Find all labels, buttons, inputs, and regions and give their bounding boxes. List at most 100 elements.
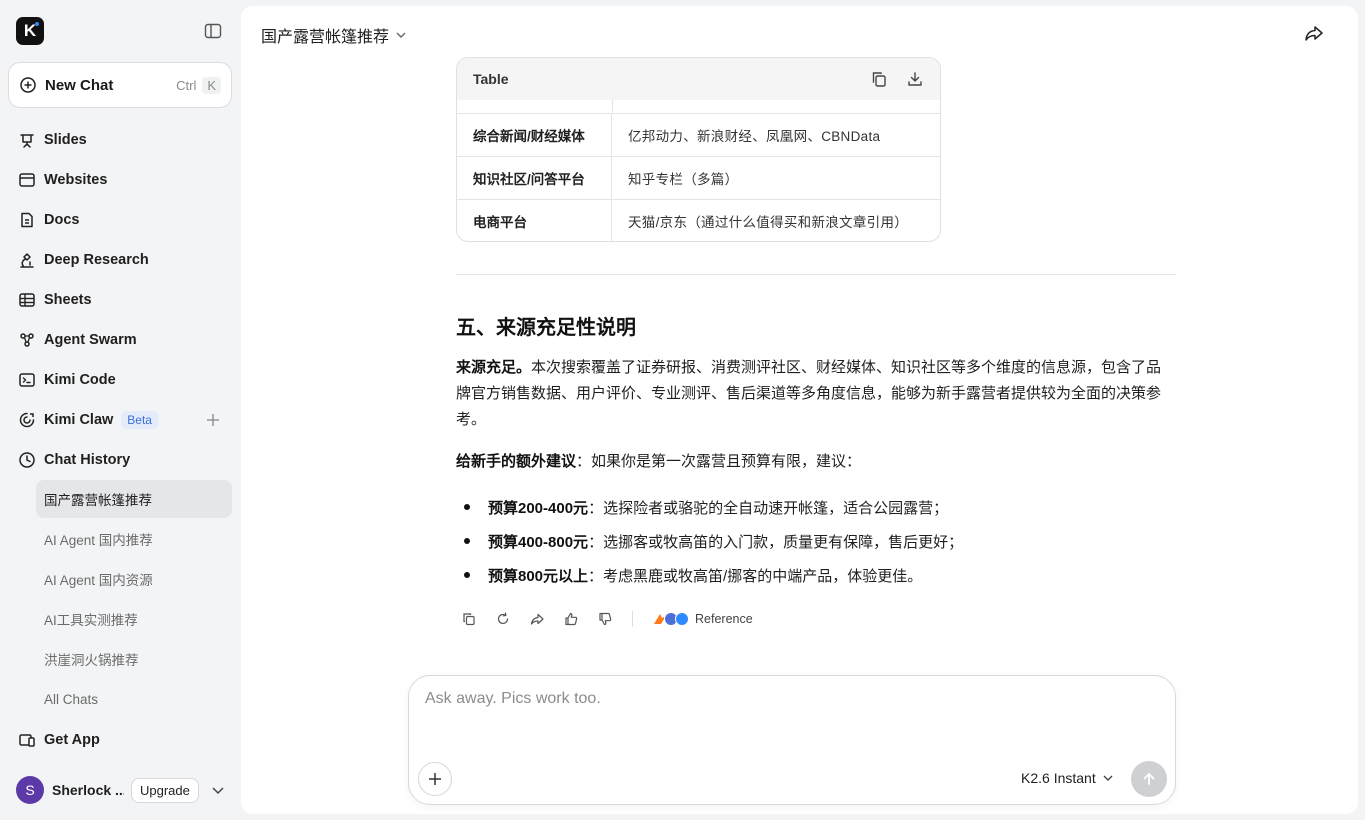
list-item-bold: 预算800元以上 (488, 567, 589, 585)
list-item-bold: 预算400-800元 (488, 533, 589, 551)
sidebar-item-label: Docs (44, 212, 80, 228)
divider (456, 274, 1176, 275)
list-item-bold: 预算200-400元 (488, 499, 589, 517)
sidebar-toggle-icon[interactable] (204, 22, 222, 40)
history-item[interactable]: 洪崖洞火锅推荐 (36, 640, 232, 678)
table-title: Table (473, 71, 509, 87)
model-name: K2.6 Instant (1021, 770, 1096, 786)
list-item: 预算800元以上 ：考虑黑鹿或牧高笛/挪客的中端产品，体验更佳。 (456, 558, 1176, 592)
paragraph-text: 本次搜索覆盖了证券研报、消费测评社区、财经媒体、知识社区等多个维度的信息源，包含… (456, 359, 1162, 428)
arrow-up-icon (1141, 771, 1157, 787)
table-header: Table (457, 58, 940, 100)
sidebar: K New Chat Ctrl K Slides Websites Docs D… (0, 0, 240, 820)
slides-icon (18, 131, 36, 149)
user-profile: S Sherlock ... Upgrade (16, 776, 232, 804)
shortcut-ctrl: Ctrl (176, 77, 197, 93)
share-icon[interactable] (530, 612, 544, 626)
sidebar-item-label: Chat History (44, 452, 131, 468)
copy-icon[interactable] (870, 70, 888, 88)
chat-title-dropdown[interactable]: 国产露营帐篷推荐 (261, 23, 407, 47)
sidebar-item-label: Websites (44, 172, 108, 188)
sidebar-item-chat-history[interactable]: Chat History (8, 441, 232, 479)
browser-icon (18, 171, 36, 189)
history-item[interactable]: AI Agent 国内资源 (36, 560, 232, 598)
thumbs-down-icon[interactable] (598, 612, 612, 626)
reference-button[interactable]: Reference (653, 612, 753, 626)
logo-dot (35, 22, 39, 26)
table-cell-source: 亿邦动力、新浪财经、凤凰网、CBNData (628, 129, 881, 144)
swarm-icon (18, 331, 36, 349)
new-chat-button[interactable]: New Chat Ctrl K (8, 62, 232, 108)
list-item: 预算200-400元 ：选探险者或骆驼的全自动速开帐篷，适合公园露营； (456, 490, 1176, 524)
sidebar-item-label: Slides (44, 132, 87, 148)
beta-badge: Beta (121, 411, 158, 429)
sidebar-item-label: Agent Swarm (44, 332, 137, 348)
sidebar-item-agent-swarm[interactable]: Agent Swarm (8, 321, 232, 359)
upgrade-button[interactable]: Upgrade (131, 777, 199, 803)
table-cell-type: 电商平台 (457, 200, 612, 241)
sidebar-item-docs[interactable]: Docs (8, 201, 232, 239)
reference-label: Reference (695, 612, 753, 626)
copy-icon[interactable] (462, 612, 476, 626)
sidebar-item-kimi-code[interactable]: Kimi Code (8, 361, 232, 399)
device-icon (18, 731, 36, 749)
sidebar-item-sheets[interactable]: Sheets (8, 281, 232, 319)
share-icon[interactable] (1304, 23, 1324, 43)
table-divider (612, 100, 613, 114)
table-cell-source: 知乎专栏（多篇） (628, 172, 739, 187)
history-item[interactable]: AI工具实测推荐 (36, 600, 232, 638)
history-item[interactable]: 国产露营帐篷推荐 (36, 480, 232, 518)
get-app-button[interactable]: Get App (8, 721, 232, 759)
table-row: 知识社区/问答平台 知乎专栏（多篇） (457, 156, 940, 199)
user-name[interactable]: Sherlock ... (52, 782, 124, 798)
sidebar-item-label: Kimi Claw (44, 412, 114, 428)
composer: K2.6 Instant (408, 675, 1176, 805)
sidebar-item-label: Kimi Code (44, 372, 116, 388)
add-attachment-button[interactable] (418, 762, 452, 796)
avatar[interactable]: S (16, 776, 44, 804)
add-claw-icon[interactable] (206, 413, 220, 427)
sidebar-item-slides[interactable]: Slides (8, 121, 232, 159)
source-logo-icon (675, 612, 689, 626)
section-heading: 五、来源充足性说明 (456, 317, 636, 339)
paragraph-sources: 来源充足。本次搜索覆盖了证券研报、消费测评社区、财经媒体、知识社区等多个维度的信… (456, 355, 1176, 433)
list-item-text: ：选挪客或牧高笛的入门款，质量更有保障，售后更好； (588, 533, 964, 551)
table-row: 电商平台 天猫/京东（通过什么值得买和新浪文章引用） (457, 199, 940, 241)
model-selector[interactable]: K2.6 Instant (1021, 770, 1114, 786)
table-icon (18, 291, 36, 309)
paragraph-advice: 给新手的额外建议：如果你是第一次露营且预算有限，建议： (456, 449, 1176, 475)
all-chats-link[interactable]: All Chats (36, 680, 232, 718)
plus-circle-icon (19, 76, 37, 94)
chat-title: 国产露营帐篷推荐 (261, 29, 390, 46)
list-item-text: ：考虑黑鹿或牧高笛/挪客的中端产品，体验更佳。 (588, 567, 923, 585)
paragraph-lead: 来源充足。 (456, 359, 532, 376)
source-table: Table 综合新闻/财经媒体 亿邦动力、新浪财经、凤凰网、CBNData 知识… (456, 57, 941, 242)
sidebar-item-label: Sheets (44, 292, 92, 308)
message-actions: Reference (462, 611, 753, 627)
history-item[interactable]: AI Agent 国内推荐 (36, 520, 232, 558)
microscope-icon (18, 251, 36, 269)
advice-list: 预算200-400元 ：选探险者或骆驼的全自动速开帐篷，适合公园露营； 预算400… (456, 490, 1176, 592)
table-row: 综合新闻/财经媒体 亿邦动力、新浪财经、凤凰网、CBNData (457, 113, 940, 156)
plus-icon (427, 771, 443, 787)
clock-icon (18, 451, 36, 469)
table-cell-source: 天猫/京东（通过什么值得买和新浪文章引用） (628, 215, 909, 230)
list-item: 预算400-800元 ：选挪客或牧高笛的入门款，质量更有保障，售后更好； (456, 524, 1176, 558)
thumbs-up-icon[interactable] (564, 612, 578, 626)
send-button[interactable] (1131, 761, 1167, 797)
get-app-label: Get App (44, 732, 100, 748)
chat-input[interactable] (425, 690, 1145, 708)
sidebar-item-kimi-claw[interactable]: Kimi Claw Beta (8, 401, 232, 439)
sidebar-item-label: Deep Research (44, 252, 149, 268)
refresh-icon[interactable] (496, 612, 510, 626)
chevron-down-icon[interactable] (211, 783, 225, 797)
chevron-down-icon (1096, 772, 1114, 784)
download-icon[interactable] (906, 70, 924, 88)
list-item-text: ：选探险者或骆驼的全自动速开帐篷，适合公园露营； (588, 499, 949, 517)
table-cell-type: 综合新闻/财经媒体 (457, 114, 612, 156)
kimi-logo[interactable]: K (16, 17, 44, 45)
docs-icon (18, 211, 36, 229)
sidebar-item-deep-research[interactable]: Deep Research (8, 241, 232, 279)
paragraph-lead: 给新手的额外建议 (456, 453, 577, 470)
sidebar-item-websites[interactable]: Websites (8, 161, 232, 199)
